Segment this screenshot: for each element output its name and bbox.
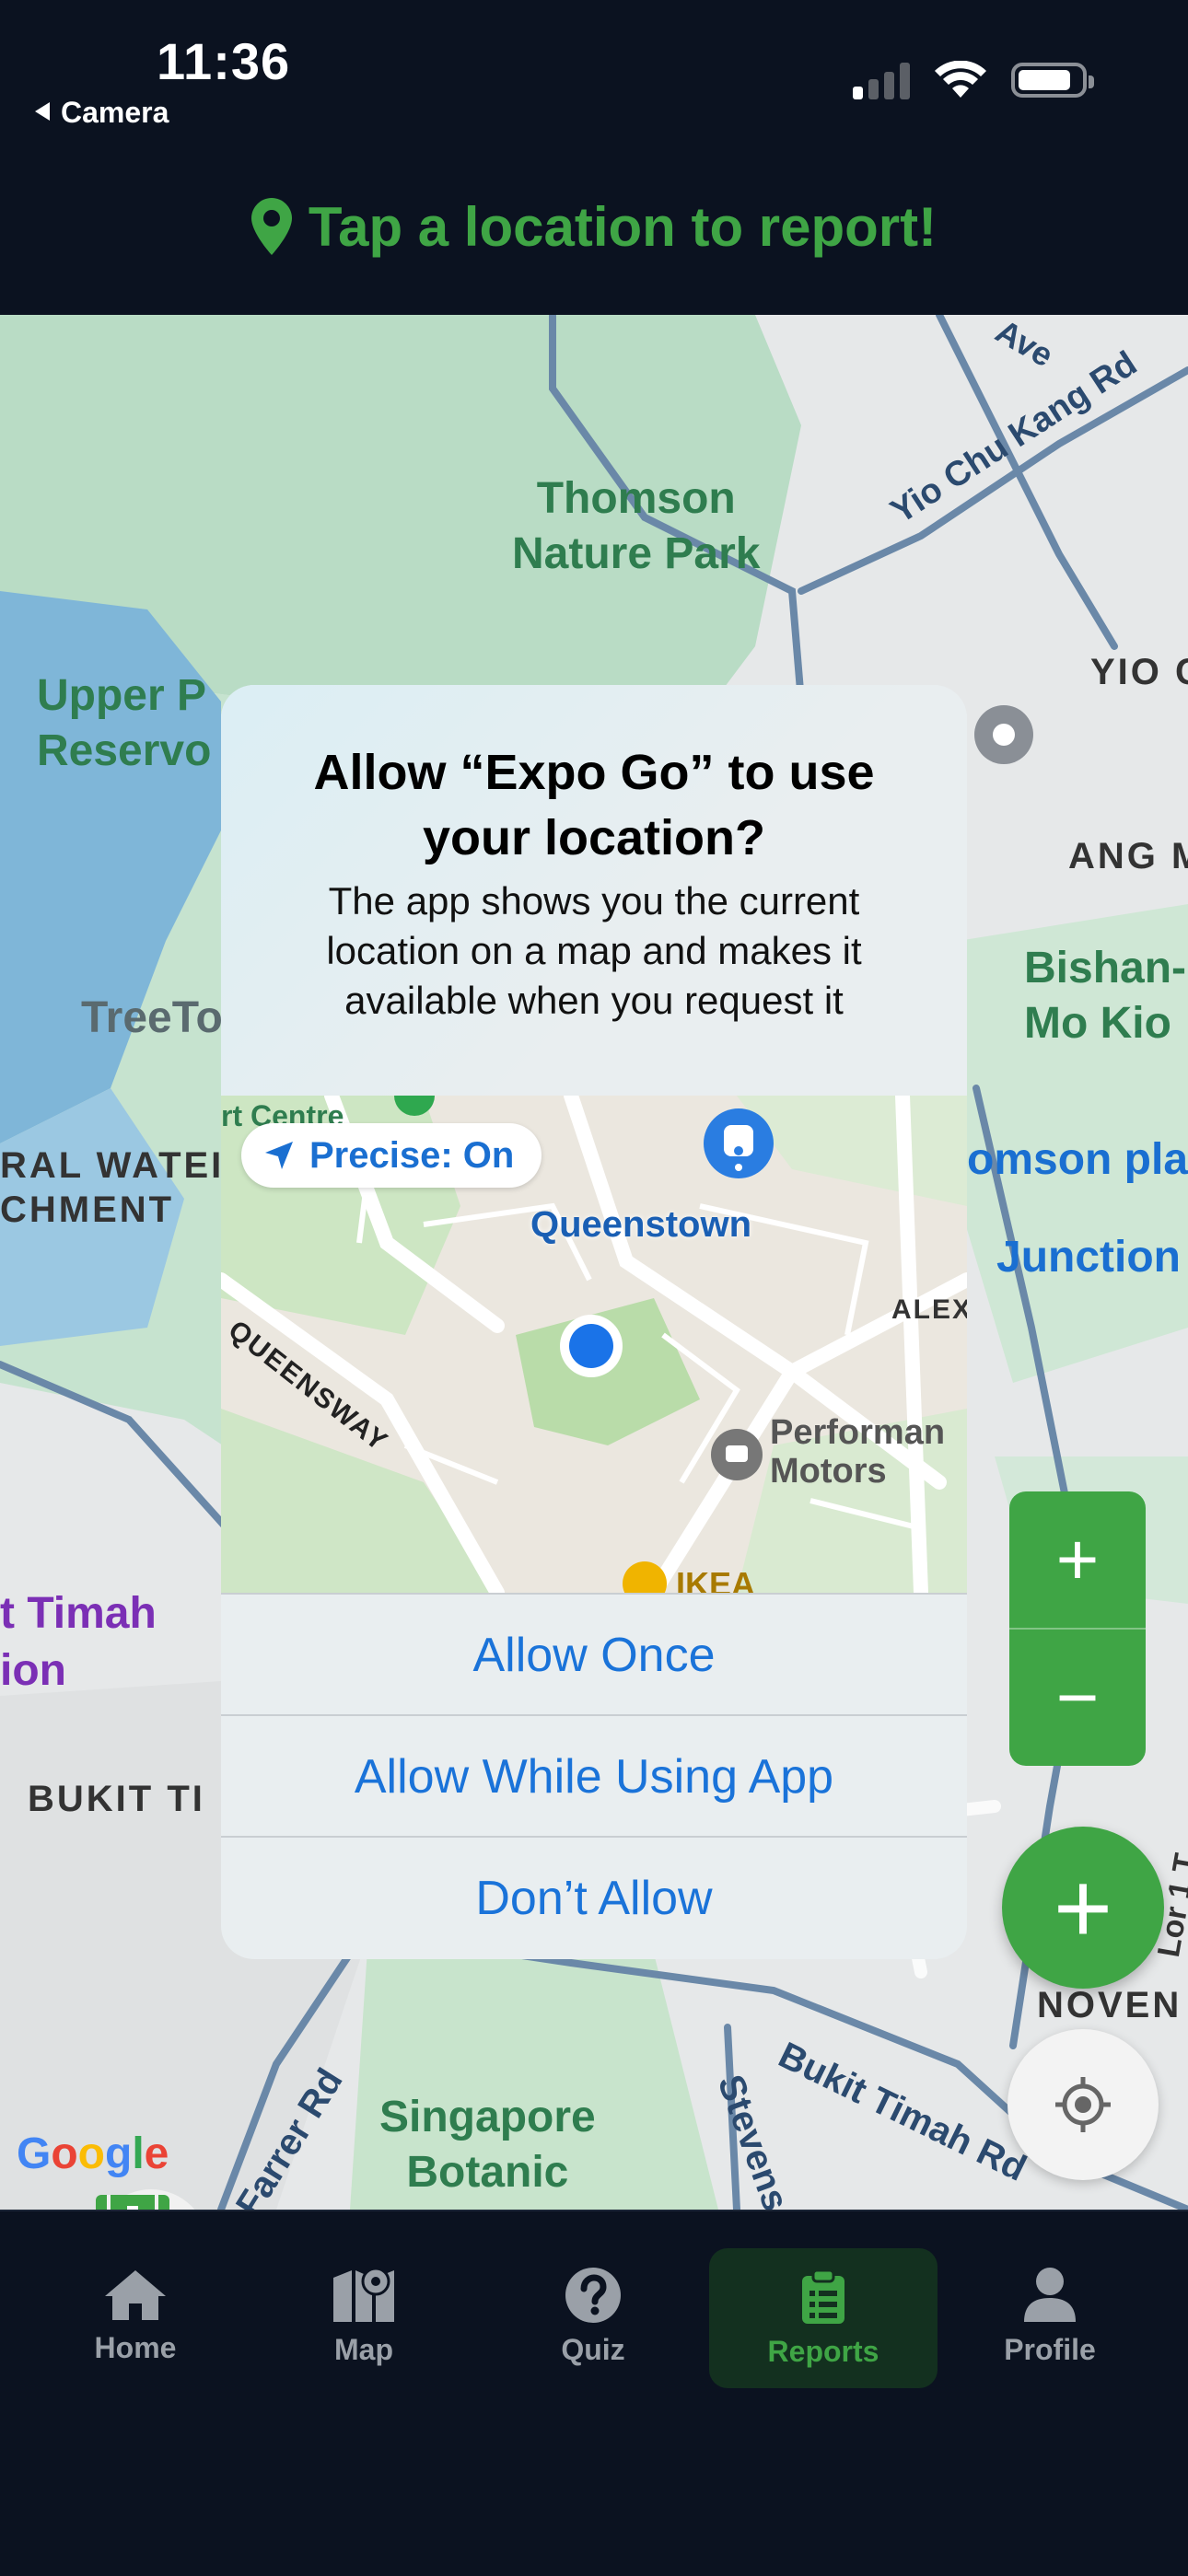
dialog-title: Allow “Expo Go” to use your location? <box>313 745 875 866</box>
status-bar: 11:36 Camera <box>0 0 1188 138</box>
minimap-label-ikea: IKEA <box>676 1565 756 1593</box>
back-arrow-icon <box>35 102 50 121</box>
label-central-water-catchment: RAL WATEI CHMENT <box>0 1145 225 1230</box>
location-permission-dialog: Allow “Expo Go” to use your location? Th… <box>221 685 967 1959</box>
tab-reports-label: Reports <box>767 2334 879 2368</box>
zoom-control: + − <box>1009 1491 1146 1766</box>
minimap-label-alex: ALEX <box>891 1294 967 1325</box>
tab-quiz[interactable]: Quiz <box>501 2248 685 2385</box>
tab-profile[interactable]: Profile <box>958 2248 1142 2385</box>
question-circle-icon <box>565 2267 621 2323</box>
user-icon <box>1024 2267 1076 2322</box>
add-report-button[interactable]: + <box>1002 1827 1164 1989</box>
tab-map[interactable]: Map <box>272 2248 456 2385</box>
minimap-label-performance-motors: Performan Motors <box>770 1413 946 1491</box>
label-bishan-station: Bishan- Mo Kio <box>1024 944 1187 1048</box>
tab-quiz-label: Quiz <box>561 2332 625 2366</box>
clipboard-list-icon <box>802 2269 844 2324</box>
label-junction: Junction <box>996 1233 1181 1282</box>
status-time: 11:36 <box>157 32 291 90</box>
label-ang-mo: ANG M <box>1068 836 1188 876</box>
crosshair-icon <box>1055 2077 1111 2132</box>
precise-label: Precise: On <box>309 1134 515 1176</box>
allow-while-using-button[interactable]: Allow While Using App <box>221 1714 967 1838</box>
label-bukit-timah-station: t Timah ion <box>0 1589 157 1696</box>
tab-bar: Home Map Quiz Reports Profile <box>0 2210 1188 2576</box>
report-banner: Tap a location to report! <box>0 138 1188 315</box>
tab-reports[interactable]: Reports <box>709 2248 938 2388</box>
map-pin-icon <box>250 198 292 255</box>
allow-once-button[interactable]: Allow Once <box>221 1593 967 1716</box>
wifi-icon <box>935 61 986 98</box>
first-aid-icon <box>96 2195 169 2210</box>
minimap-label-queenstown: Queenstown <box>530 1204 752 1245</box>
google-logo: Google <box>17 2129 169 2178</box>
dont-allow-button[interactable]: Don’t Allow <box>221 1836 967 1959</box>
label-bukit-timah: BUKIT TI <box>28 1779 205 1819</box>
label-novena: NOVEN <box>1037 1985 1182 2025</box>
zoom-in-button[interactable]: + <box>1009 1491 1146 1628</box>
tab-profile-label: Profile <box>1004 2332 1096 2366</box>
dialog-minimap: Queenstown QUEENSWAY ALEX Performan Moto… <box>221 1096 967 1593</box>
label-singapore-botanic: Singapore Botanic <box>379 2093 596 2197</box>
label-thomson-plaza: omson pla <box>967 1135 1188 1184</box>
dialog-body: The app shows you the current location o… <box>326 879 862 1022</box>
cellular-signal-icon <box>853 61 910 99</box>
status-icons <box>853 57 1094 103</box>
back-to-camera-link[interactable]: Camera <box>35 96 169 130</box>
map-icon <box>333 2267 394 2322</box>
zoom-out-button[interactable]: − <box>1009 1630 1146 1766</box>
label-treetop: TreeTo <box>81 993 223 1042</box>
tab-map-label: Map <box>334 2332 393 2366</box>
label-thomson-nature-park: Thomson Nature Park <box>512 474 761 578</box>
precise-location-toggle[interactable]: Precise: On <box>241 1123 542 1188</box>
tab-home-label: Home <box>94 2330 177 2364</box>
banner-text: Tap a location to report! <box>308 195 938 258</box>
back-app-label: Camera <box>61 96 169 129</box>
home-icon <box>105 2269 166 2320</box>
location-arrow-icon <box>265 1142 293 1169</box>
label-upper-reservoir: Upper P Reservo <box>37 671 212 775</box>
my-location-button[interactable] <box>1007 2029 1159 2180</box>
tab-home[interactable]: Home <box>43 2248 227 2385</box>
label-yio: YIO C <box>1090 652 1188 692</box>
battery-icon <box>1011 63 1094 98</box>
